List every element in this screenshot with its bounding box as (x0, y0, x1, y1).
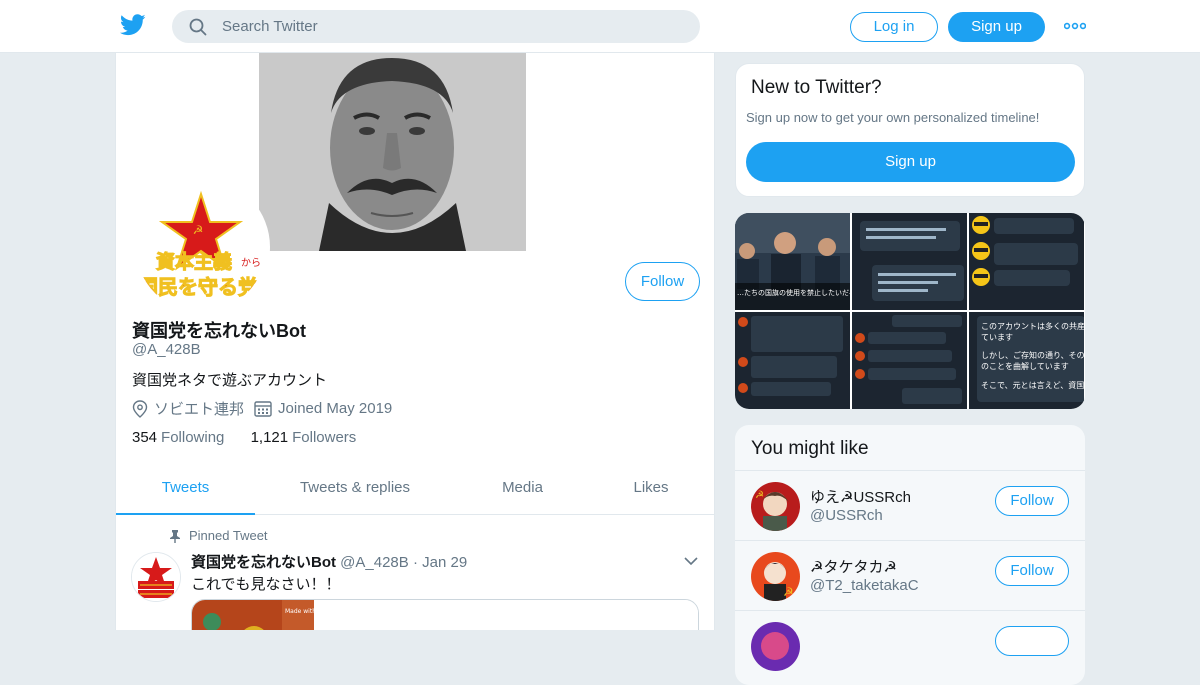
svg-text:☭: ☭ (193, 223, 204, 237)
tweet-avatar-logo-image (132, 553, 180, 601)
profile-location: ソビエト連邦 (154, 401, 245, 418)
suggested-account-handle[interactable]: @USSRch (810, 507, 883, 524)
calendar-icon (254, 401, 272, 417)
profile-name: 資国党を忘れないBot (132, 321, 306, 341)
suggested-account-name[interactable]: ゆえ☭USSRch (810, 486, 911, 507)
tab-likes[interactable]: Likes (590, 467, 712, 515)
search-box[interactable] (172, 10, 700, 43)
suggested-follow-button[interactable] (995, 626, 1069, 656)
tweet-text: これでも見なさい！！ (191, 576, 341, 593)
followers-stat[interactable]: 1,121 Followers (251, 429, 357, 446)
followers-label: Followers (292, 429, 357, 446)
profile-tabs: Tweets Tweets & replies Media Likes (116, 467, 714, 515)
suggested-follow-button[interactable]: Follow (995, 486, 1069, 516)
gallery-text-line: ています (981, 333, 1013, 342)
profile-meta: ソビエト連邦 Joined May 2019 (132, 398, 392, 419)
followers-count: 1,121 (250, 429, 289, 446)
new-to-twitter-title: New to Twitter? (751, 77, 882, 98)
profile-avatar[interactable]: ☭ 資本主義 から 国民を守る党 (132, 178, 270, 316)
profile-handle: @A_428B (132, 341, 201, 358)
follow-button[interactable]: Follow (625, 262, 700, 301)
gallery-tile[interactable] (735, 312, 850, 409)
login-button[interactable]: Log in (850, 12, 938, 42)
gallery-text-line: のことを曲解しています (981, 361, 1069, 371)
profile-bio: 資国党ネタで遊ぶアカウント (132, 372, 328, 389)
gallery-chat-image (852, 213, 967, 310)
pinned-tweet[interactable]: Pinned Tweet 資国党を忘れないBot @A_428B · Jan 2… (116, 516, 714, 630)
svg-text:☭: ☭ (755, 490, 764, 501)
suggested-avatar-image: ☭ (751, 482, 800, 531)
suggested-account[interactable]: ☭ ☭タケタカ☭ @T2_taketakaC Follow (735, 540, 1085, 610)
avatar-text-small: から (241, 257, 261, 269)
gallery-text-line: しかし、ご存知の通り、その (981, 350, 1084, 360)
profile-stats: 354 Following 1,121 Followers (132, 429, 356, 446)
tweet-separator: · (412, 554, 418, 571)
gallery-text-image: このアカウントは多くの共産 ています しかし、ご存知の通り、その のことを曲解し… (969, 312, 1084, 409)
svg-text:☭: ☭ (783, 585, 794, 599)
gallery-tile[interactable]: このアカウントは多くの共産 ています しかし、ご存知の通り、その のことを曲解し… (969, 312, 1084, 409)
new-to-twitter-subtitle: Sign up now to get your own personalized… (746, 110, 1040, 125)
svg-text:Made with: Made with (285, 608, 316, 615)
gallery-text-line: そこで、元とは言えど、資国 (981, 380, 1084, 390)
gallery-parliament-image: …たちの国旗の使用を禁止したいだろうけ さようならを言うために協力う (735, 213, 850, 310)
suggested-account-partial[interactable] (735, 610, 1085, 680)
chevron-down-icon[interactable] (684, 556, 698, 566)
gallery-text-line: このアカウントは多くの共産 (981, 321, 1084, 331)
search-input[interactable] (222, 10, 682, 43)
suggested-follow-button[interactable]: Follow (995, 556, 1069, 586)
pin-icon (170, 529, 180, 543)
you-might-like-card: You might like ☭ ゆえ☭USSRch @USSRch Follo… (735, 425, 1085, 685)
suggested-avatar-image: ☭ (751, 552, 800, 601)
twitter-bird-icon[interactable] (120, 14, 146, 36)
tweet-date[interactable]: Jan 29 (422, 554, 467, 571)
tweet-author-handle[interactable]: @A_428B (340, 554, 409, 571)
top-navigation-bar: Log in Sign up (0, 0, 1200, 53)
media-gallery: …たちの国旗の使用を禁止したいだろうけ さようならを言うために協力う (735, 213, 1085, 409)
gallery-tile[interactable]: …たちの国旗の使用を禁止したいだろうけ さようならを言うために協力う (735, 213, 850, 310)
following-count: 354 (132, 429, 158, 446)
pinned-label: Pinned Tweet (189, 528, 268, 543)
gallery-tile[interactable] (969, 213, 1084, 310)
gallery-thread-image (735, 312, 850, 409)
gallery-emoji-chat-image (969, 213, 1084, 310)
suggested-avatar-image (751, 622, 800, 671)
suggested-account[interactable]: ☭ ゆえ☭USSRch @USSRch Follow (735, 470, 1085, 540)
more-options-icon[interactable] (1064, 20, 1086, 32)
following-stat[interactable]: 354 Following (132, 429, 224, 446)
following-label: Following (161, 429, 225, 446)
tweet-media-card[interactable]: ☭ Made with (191, 599, 699, 630)
suggested-account-avatar[interactable] (751, 622, 800, 671)
banner-portrait-image (259, 53, 526, 251)
gallery-tile[interactable] (852, 213, 967, 310)
profile-banner[interactable] (259, 53, 526, 251)
tweet-author-avatar[interactable] (131, 552, 181, 602)
tab-tweets-and-replies[interactable]: Tweets & replies (255, 467, 455, 515)
tweet-header: 資国党を忘れないBot @A_428B · Jan 29 (191, 551, 467, 572)
suggested-account-handle[interactable]: @T2_taketakaC (810, 577, 919, 594)
location-icon (132, 399, 148, 418)
tab-media[interactable]: Media (455, 467, 590, 515)
gallery-thread-image-2 (852, 312, 967, 409)
search-icon (189, 18, 207, 36)
suggested-account-avatar[interactable]: ☭ (751, 482, 800, 531)
avatar-text-bottom: 国民を守る党 (138, 275, 258, 299)
tab-tweets[interactable]: Tweets (116, 467, 255, 515)
you-might-like-title: You might like (751, 438, 869, 459)
sidebar-signup-button[interactable]: Sign up (746, 142, 1075, 182)
profile-joined-date: Joined May 2019 (278, 400, 393, 417)
suggested-account-avatar[interactable]: ☭ (751, 552, 800, 601)
gallery-caption-line: …たちの国旗の使用を禁止したいだろうけ さようならを言うために協力う (737, 288, 850, 297)
pinned-indicator: Pinned Tweet (169, 528, 268, 543)
signup-button[interactable]: Sign up (948, 12, 1045, 42)
gallery-tile[interactable] (852, 312, 967, 409)
party-logo-image: ☭ 資本主義 から 国民を守る党 (136, 182, 266, 312)
avatar-text-top: 資本主義 (156, 250, 232, 273)
suggested-account-name[interactable]: ☭タケタカ☭ (810, 556, 897, 577)
tweet-media-image: ☭ Made with (192, 600, 698, 630)
profile-column: ☭ 資本主義 から 国民を守る党 Follow 資国党を忘れないBot @A_4… (115, 53, 715, 630)
new-to-twitter-card: New to Twitter? Sign up now to get your … (735, 63, 1085, 197)
tweet-author-name[interactable]: 資国党を忘れないBot (191, 554, 336, 571)
